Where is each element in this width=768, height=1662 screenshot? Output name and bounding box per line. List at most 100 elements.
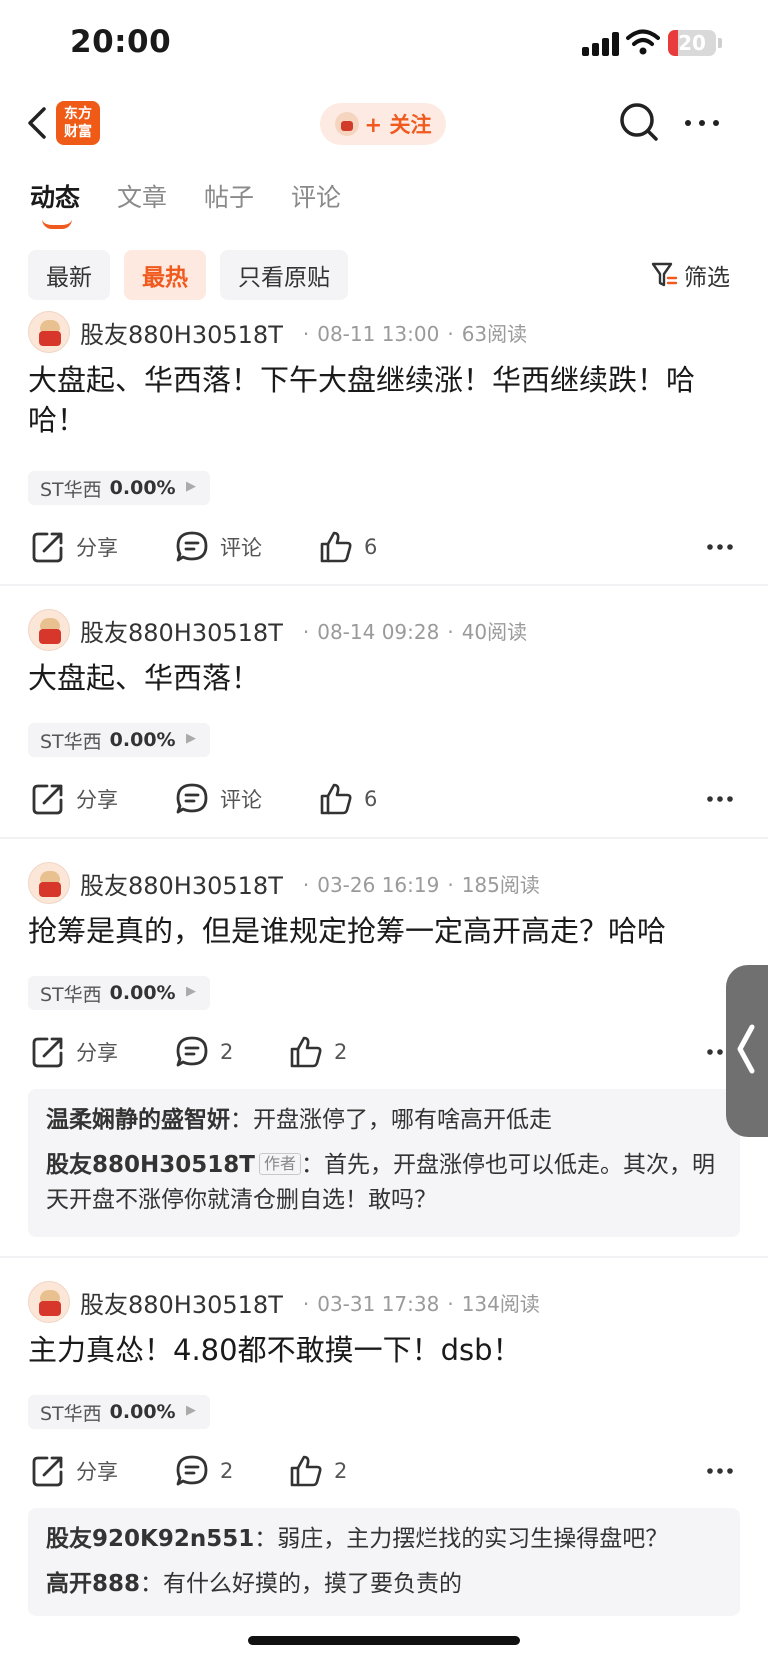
post-header: 股友880H30518T · 08-14 09:28 · 40阅读 [28,608,527,652]
comment-icon [176,1036,208,1067]
post-actions: 分享 2 2 [0,1030,768,1074]
comment-icon [176,531,208,562]
avatar[interactable] [28,609,70,651]
signal-icon [582,32,622,56]
status-bar: 20:00 20 [0,0,768,88]
chip-original-only[interactable]: 只看原贴 [220,250,348,300]
filter-funnel-icon [651,262,678,287]
like-count: 2 [334,1459,348,1483]
thumbs-up-icon [290,1036,322,1068]
share-button[interactable]: 分享 [30,1449,118,1493]
comment-icon [176,783,208,814]
follow-button[interactable]: + 关注 [320,103,446,145]
tab-comments[interactable]: 评论 [291,178,341,228]
reply-username[interactable]: 高开888 [46,1571,140,1597]
post-actions: 分享 评论 6 [0,525,768,569]
post-text[interactable]: 抢筹是真的，但是谁规定抢筹一定高开高走？哈哈 [28,911,740,951]
battery-icon: 20 [668,30,716,56]
like-button[interactable]: 2 [288,1449,347,1493]
reply-text: 开盘涨停了，哪有啥高开低走 [253,1107,552,1133]
post-reads: 134阅读 [461,1291,540,1316]
author-badge: 作者 [258,1153,301,1175]
like-count: 2 [334,1040,348,1064]
post-reads: 40阅读 [461,619,528,644]
divider [0,837,768,839]
tab-articles[interactable]: 文章 [117,178,167,228]
stock-tag[interactable]: ST华西 0.00% ▶ [28,723,210,757]
reply-username[interactable]: 温柔娴静的盛智妍 [46,1107,230,1133]
stock-tag[interactable]: ST华西 0.00% ▶ [28,976,210,1010]
avatar[interactable] [28,1281,70,1323]
thumbs-up-icon [320,783,352,815]
reply-username[interactable]: 股友920K92n551 [46,1526,254,1552]
filter-button[interactable]: 筛选 [650,258,730,292]
side-drawer-handle[interactable] [726,965,768,1137]
stock-name: ST华西 [40,478,102,501]
avatar[interactable] [28,862,70,904]
post-meta: · 08-11 13:00 · 63阅读 [302,321,528,346]
tab-posts[interactable]: 帖子 [204,178,254,228]
thumbs-up-icon [320,531,352,563]
stock-change: 0.00% [109,477,176,499]
app-logo[interactable]: 东方 财富 [56,101,100,145]
back-arrow-icon[interactable] [22,103,52,143]
chevron-right-icon: ▶ [186,984,196,999]
stock-tag[interactable]: ST华西 0.00% ▶ [28,471,210,505]
like-button[interactable]: 6 [318,777,377,821]
reply-box[interactable]: 温柔娴静的盛智妍：开盘涨停了，哪有啥高开低走 股友880H30518T 作者 ：首先… [28,1089,740,1237]
share-button[interactable]: 分享 [30,777,118,821]
reply-item[interactable]: 股友920K92n551：弱庄，主力摆烂找的实习生操得盘吧？ [46,1522,722,1557]
chip-hottest[interactable]: 最热 [124,250,206,300]
post-meta: · 03-31 17:38 · 134阅读 [302,1291,540,1316]
post-card[interactable]: 股友880H30518T · 08-14 09:28 · 40阅读 大盘起、华西落！ … [0,608,768,838]
comment-label: 评论 [220,788,262,812]
post-text[interactable]: 主力真怂！4.80都不敢摸一下！dsb！ [28,1330,740,1370]
reply-box[interactable]: 股友920K92n551：弱庄，主力摆烂找的实习生操得盘吧？ 高开888：有什么… [28,1508,740,1616]
stock-name: ST华西 [40,1402,102,1425]
reply-item[interactable]: 股友880H30518T 作者 ：首先，开盘涨停也可以低走。其次，明天开盘不涨停你就… [46,1148,722,1218]
stock-name: ST华西 [40,730,102,753]
post-text[interactable]: 大盘起、华西落！下午大盘继续涨！华西继续跌！哈哈！ [28,360,740,440]
post-username[interactable]: 股友880H30518T [80,1285,283,1320]
avatar[interactable] [28,311,70,353]
like-button[interactable]: 2 [288,1030,347,1074]
more-options-icon[interactable] [706,787,734,811]
share-label: 分享 [76,1460,118,1484]
post-username[interactable]: 股友880H30518T [80,613,283,648]
like-button[interactable]: 6 [318,525,377,569]
post-username[interactable]: 股友880H30518T [80,866,283,901]
share-icon [32,784,63,815]
comment-button[interactable]: 评论 [174,525,262,569]
stock-tag[interactable]: ST华西 0.00% ▶ [28,1395,210,1429]
thumbs-up-icon [290,1455,322,1487]
chevron-left-icon [737,1024,755,1074]
reply-item[interactable]: 温柔娴静的盛智妍：开盘涨停了，哪有啥高开低走 [46,1103,722,1138]
search-icon[interactable] [618,101,660,143]
reply-item[interactable]: 高开888：有什么好摸的，摸了要负责的 [46,1567,722,1602]
sort-chips: 最新 最热 只看原贴 [28,250,348,300]
post-username[interactable]: 股友880H30518T [80,315,283,350]
post-card[interactable]: 股友880H30518T · 03-31 17:38 · 134阅读 主力真怂！4.8… [0,1280,768,1630]
reply-username[interactable]: 股友880H30518T [46,1152,255,1178]
post-card[interactable]: 股友880H30518T · 08-11 13:00 · 63阅读 大盘起、华西落！下… [0,310,768,585]
post-card[interactable]: 股友880H30518T · 03-26 16:19 · 185阅读 抢筹是真的，但是… [0,861,768,1256]
comment-button[interactable]: 2 [174,1449,233,1493]
post-actions: 分享 2 2 [0,1449,768,1493]
share-button[interactable]: 分享 [30,1030,118,1074]
more-options-icon[interactable] [706,1459,734,1483]
more-options-icon[interactable] [682,113,722,133]
tab-dynamics[interactable]: 动态 [30,178,80,229]
chevron-right-icon: ▶ [186,731,196,746]
share-button[interactable]: 分享 [30,525,118,569]
chip-latest[interactable]: 最新 [28,250,110,300]
post-header: 股友880H30518T · 08-11 13:00 · 63阅读 [28,310,527,354]
post-time: 03-26 16:19 [317,872,440,897]
logo-text-line2: 财富 [64,124,92,140]
post-header: 股友880H30518T · 03-26 16:19 · 185阅读 [28,861,540,905]
comment-button[interactable]: 评论 [174,777,262,821]
more-options-icon[interactable] [706,535,734,559]
wifi-icon [626,29,660,55]
comment-button[interactable]: 2 [174,1030,233,1074]
share-label: 分享 [76,788,118,812]
post-text[interactable]: 大盘起、华西落！ [28,658,740,698]
